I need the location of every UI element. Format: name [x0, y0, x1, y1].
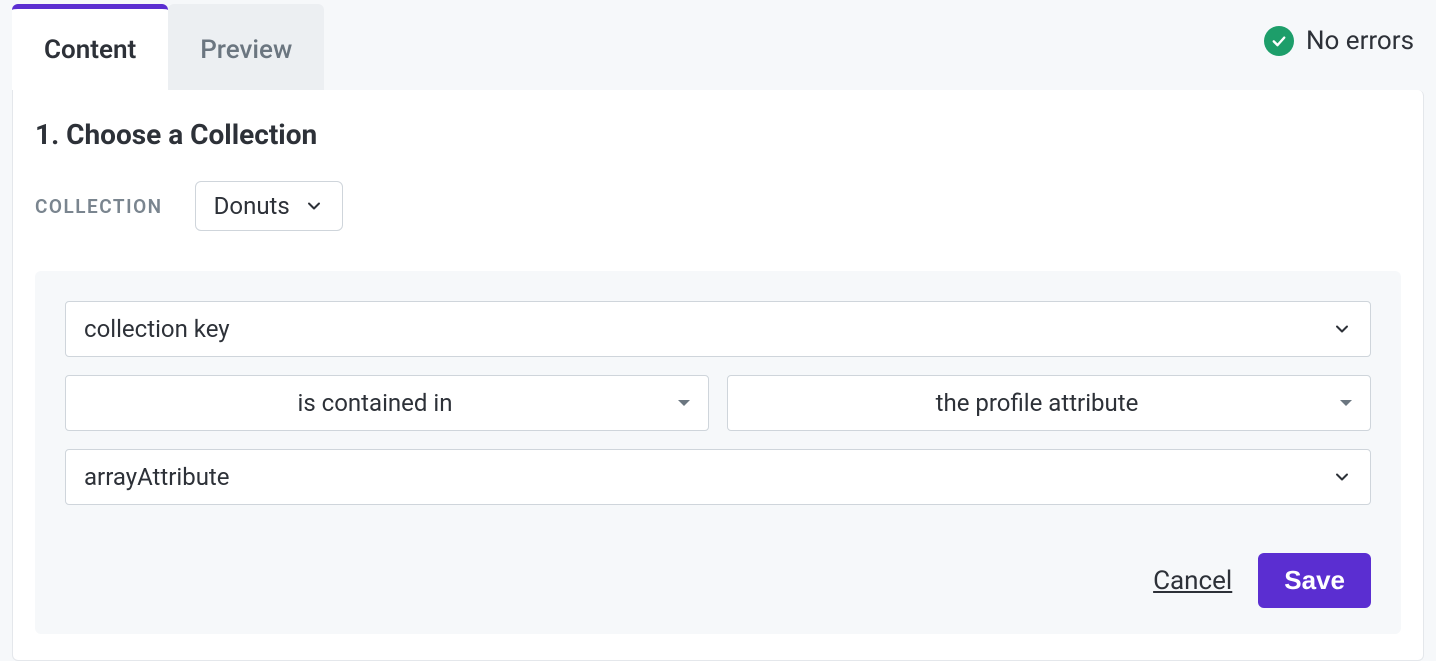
- caret-down-icon: [678, 400, 690, 406]
- save-button[interactable]: Save: [1258, 553, 1371, 608]
- caret-down-icon: [1340, 400, 1352, 406]
- status-indicator: No errors: [1264, 26, 1414, 56]
- cancel-button[interactable]: Cancel: [1153, 566, 1232, 596]
- check-circle-icon: [1264, 26, 1294, 56]
- section-heading: 1. Choose a Collection: [35, 118, 1401, 151]
- chevron-down-icon: [304, 196, 324, 216]
- tab-preview[interactable]: Preview: [168, 4, 324, 90]
- collection-selected-value: Donuts: [214, 192, 290, 220]
- filter-source-value: the profile attribute: [746, 389, 1328, 417]
- filter-row-field: collection key: [65, 301, 1371, 357]
- filter-field-value: collection key: [84, 315, 1332, 343]
- collection-label: COLLECTION: [35, 195, 163, 218]
- filter-attribute-select[interactable]: arrayAttribute: [65, 449, 1371, 505]
- tab-preview-label: Preview: [200, 35, 292, 65]
- status-text: No errors: [1306, 26, 1414, 56]
- filter-box: collection key is contained in the profi…: [35, 271, 1401, 634]
- tab-content[interactable]: Content: [12, 4, 168, 90]
- filter-attribute-value: arrayAttribute: [84, 463, 1332, 491]
- filter-row-attribute: arrayAttribute: [65, 449, 1371, 505]
- filter-operator-select[interactable]: is contained in: [65, 375, 709, 431]
- filter-field-select[interactable]: collection key: [65, 301, 1371, 357]
- tab-content-label: Content: [44, 35, 136, 65]
- chevron-down-icon: [1332, 467, 1352, 487]
- filter-actions: Cancel Save: [65, 553, 1371, 608]
- chevron-down-icon: [1332, 319, 1352, 339]
- filter-operator-value: is contained in: [84, 389, 666, 417]
- app-root: Content Preview No errors 1. Choose a Co…: [0, 0, 1436, 648]
- collection-select[interactable]: Donuts: [195, 181, 343, 231]
- collection-row: COLLECTION Donuts: [35, 181, 1401, 231]
- filter-row-operator-source: is contained in the profile attribute: [65, 375, 1371, 431]
- tab-row: Content Preview No errors: [12, 4, 1424, 90]
- content-panel: 1. Choose a Collection COLLECTION Donuts…: [12, 90, 1424, 661]
- filter-source-select[interactable]: the profile attribute: [727, 375, 1371, 431]
